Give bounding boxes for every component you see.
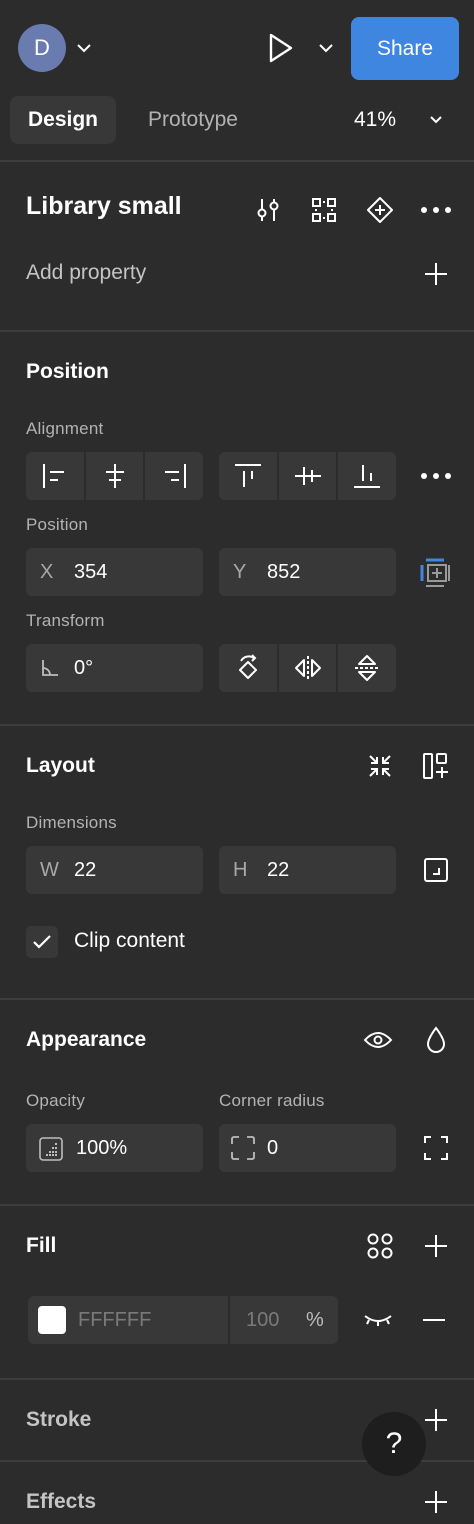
height-prefix: H [233, 859, 248, 881]
independent-corners-icon[interactable] [422, 1134, 450, 1162]
fill-hex-value[interactable]: FFFFFF [78, 1296, 151, 1344]
dimensions-label: Dimensions [26, 813, 117, 832]
clip-content-label[interactable]: Clip content [74, 929, 185, 953]
align-top-icon[interactable] [219, 452, 277, 500]
x-value[interactable]: 354 [74, 548, 107, 596]
opacity-field[interactable]: 100% [26, 1124, 203, 1172]
chevron-down-icon[interactable] [316, 38, 336, 58]
divider [0, 1378, 474, 1380]
angle-icon [40, 658, 60, 678]
rotation-field[interactable]: 0° [26, 644, 203, 692]
help-button[interactable]: ? [362, 1412, 426, 1476]
divider [0, 724, 474, 726]
eye-icon[interactable] [362, 1026, 394, 1054]
section-title-layout: Layout [26, 754, 95, 777]
rotation-value[interactable]: 0° [74, 644, 93, 692]
y-field[interactable]: Y 852 [219, 548, 396, 596]
divider [0, 998, 474, 1000]
play-icon[interactable] [260, 28, 300, 68]
plus-icon[interactable] [422, 1406, 450, 1434]
styles-icon[interactable] [364, 1230, 396, 1262]
transform-label: Transform [26, 611, 105, 630]
collapse-icon[interactable] [364, 750, 396, 782]
plus-icon[interactable] [422, 1488, 450, 1516]
grid-dashed-icon[interactable] [308, 194, 340, 226]
y-prefix: Y [233, 561, 247, 583]
fill-separator [228, 1296, 230, 1344]
eye-closed-icon[interactable] [362, 1306, 394, 1334]
plus-icon[interactable] [422, 1232, 450, 1260]
chevron-down-icon[interactable] [74, 38, 94, 58]
corner-radius-icon [231, 1136, 255, 1160]
align-horizontal-center-icon[interactable] [83, 452, 144, 500]
more-icon[interactable] [418, 196, 454, 224]
align-vertical-center-icon[interactable] [276, 452, 337, 500]
more-icon[interactable] [418, 462, 454, 490]
transform-group [219, 644, 396, 692]
y-value[interactable]: 852 [267, 548, 300, 596]
opacity-value[interactable]: 100% [76, 1124, 127, 1172]
share-button[interactable]: Share [351, 17, 459, 80]
x-prefix: X [40, 561, 54, 583]
zoom-level[interactable]: 41% [354, 96, 414, 144]
fill-opacity-value[interactable]: 100 [246, 1296, 279, 1344]
rotate-icon[interactable] [219, 644, 277, 692]
tab-design[interactable]: Design [10, 96, 116, 144]
position-label: Position [26, 515, 89, 534]
width-prefix: W [40, 859, 59, 881]
divider [0, 1204, 474, 1206]
flip-vertical-icon[interactable] [336, 644, 396, 692]
corner-radius-label: Corner radius [219, 1091, 325, 1110]
align-right-icon[interactable] [143, 452, 203, 500]
constraints-icon[interactable] [418, 556, 452, 590]
opacity-label: Opacity [26, 1091, 86, 1110]
x-field[interactable]: X 354 [26, 548, 203, 596]
vertical-alignment-group [219, 452, 396, 500]
sliders-icon[interactable] [252, 194, 284, 226]
align-bottom-icon[interactable] [336, 452, 396, 500]
divider [0, 160, 474, 162]
clip-content-checkbox[interactable] [26, 926, 58, 958]
corner-radius-field[interactable]: 0 [219, 1124, 396, 1172]
section-title-fill: Fill [26, 1234, 57, 1257]
drop-icon[interactable] [422, 1024, 450, 1056]
align-left-icon[interactable] [26, 452, 84, 500]
width-field[interactable]: W 22 [26, 846, 203, 894]
height-field[interactable]: H 22 [219, 846, 396, 894]
fill-row: FFFFFF 100 % [28, 1296, 338, 1344]
divider [0, 330, 474, 332]
horizontal-alignment-group [26, 452, 203, 500]
section-title-stroke[interactable]: Stroke [26, 1408, 91, 1432]
tab-prototype[interactable]: Prototype [130, 96, 256, 144]
corner-radius-value[interactable]: 0 [267, 1124, 278, 1172]
section-title-appearance: Appearance [26, 1028, 147, 1051]
flip-horizontal-icon[interactable] [276, 644, 337, 692]
height-value[interactable]: 22 [267, 846, 289, 894]
avatar[interactable]: D [18, 24, 66, 72]
width-value[interactable]: 22 [74, 846, 96, 894]
section-title-position: Position [26, 360, 109, 383]
fill-percent: % [306, 1309, 324, 1331]
fill-swatch[interactable] [38, 1306, 66, 1334]
alignment-label: Alignment [26, 419, 104, 438]
resize-to-fit-icon[interactable] [422, 856, 450, 884]
opacity-icon [39, 1137, 63, 1161]
section-title-effects[interactable]: Effects [26, 1490, 96, 1514]
component-instance-icon[interactable] [364, 194, 396, 226]
chevron-down-icon[interactable] [426, 110, 446, 130]
plus-icon[interactable] [422, 260, 450, 288]
minus-icon[interactable] [420, 1306, 448, 1334]
add-auto-layout-icon[interactable] [420, 750, 452, 782]
component-title: Library small [26, 192, 182, 220]
add-property-label[interactable]: Add property [26, 261, 146, 285]
